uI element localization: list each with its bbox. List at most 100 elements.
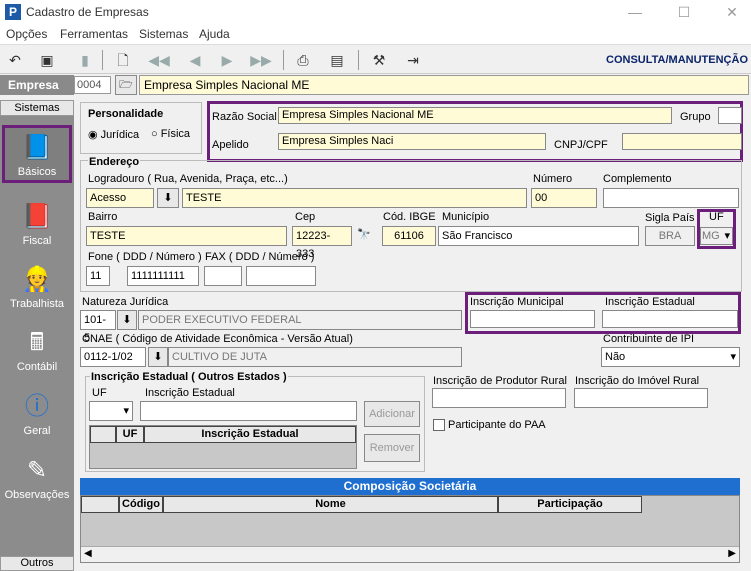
sidebar-header: Sistemas bbox=[0, 100, 74, 116]
paa-checkbox[interactable] bbox=[433, 419, 445, 431]
app-icon: P bbox=[5, 4, 21, 20]
scroll-right-icon[interactable]: ▶ bbox=[728, 548, 736, 559]
sidebar-item-trabalhista[interactable]: 👷 Trabalhista bbox=[0, 260, 74, 320]
municipio-field[interactable]: São Francisco bbox=[438, 226, 639, 246]
menu-ajuda[interactable]: Ajuda bbox=[199, 27, 230, 41]
uf-select[interactable]: MG ▾ bbox=[700, 227, 733, 245]
sidebar-item-basicos[interactable]: 📘 Básicos bbox=[2, 125, 72, 183]
minimize-icon[interactable]: — bbox=[625, 2, 645, 22]
cnpj-field[interactable] bbox=[622, 133, 742, 150]
personalidade-title: Personalidade bbox=[88, 108, 164, 120]
outros-ie-field[interactable] bbox=[140, 401, 357, 421]
exit-icon[interactable]: ⇥ bbox=[402, 49, 424, 71]
documents-icon: 📘 bbox=[22, 134, 52, 161]
close-icon[interactable]: ✕ bbox=[722, 2, 742, 22]
natureza-lookup-button[interactable]: ⬇ bbox=[117, 310, 137, 330]
remover-button[interactable]: Remover bbox=[364, 434, 420, 462]
col-codigo: Código bbox=[119, 496, 163, 513]
empresa-name-field[interactable]: Empresa Simples Nacional ME bbox=[139, 75, 749, 95]
grupo-field[interactable] bbox=[718, 107, 742, 124]
outros-grid[interactable]: UF Inscrição Estadual bbox=[89, 425, 357, 469]
adicionar-button[interactable]: Adicionar bbox=[364, 401, 420, 427]
ipi-label: Contribuinte de IPI bbox=[603, 333, 695, 345]
apelido-label: Apelido bbox=[212, 139, 249, 151]
numero-field[interactable]: 00 bbox=[531, 188, 597, 208]
cep-field[interactable]: 12223-333 bbox=[292, 226, 352, 260]
radio-juridica[interactable]: ◉ Jurídica bbox=[88, 128, 139, 141]
fone-numero-field[interactable]: 1111111111 bbox=[127, 266, 199, 286]
menu-sistemas[interactable]: Sistemas bbox=[139, 27, 188, 41]
empresa-code-field[interactable]: 0004 bbox=[74, 76, 111, 94]
ipi-select[interactable]: Não ▾ bbox=[601, 347, 740, 367]
col-uf: UF bbox=[116, 426, 144, 443]
insc-municipal-field[interactable] bbox=[470, 310, 595, 328]
delete-icon[interactable]: ▮ bbox=[74, 49, 96, 71]
open-folder-button[interactable]: 🗁 bbox=[115, 75, 137, 95]
complemento-label: Complemento bbox=[603, 173, 672, 185]
cnae-lookup-button[interactable]: ⬇ bbox=[148, 347, 168, 367]
natureza-label: Natureza Jurídica bbox=[82, 296, 169, 308]
sigla-pais-label: Sigla País bbox=[645, 212, 695, 224]
sidebar-item-geral[interactable]: ⓘ Geral bbox=[0, 387, 74, 447]
search-doc-icon[interactable]: 🗋 bbox=[112, 49, 134, 71]
cnae-code-field[interactable]: 0112-1/02 bbox=[80, 347, 146, 367]
horizontal-scrollbar[interactable]: ◀ ▶ bbox=[81, 546, 739, 562]
radio-fisica[interactable]: ○ Física bbox=[151, 128, 190, 140]
report-icon[interactable]: ▤ bbox=[326, 49, 348, 71]
fax-numero-field[interactable] bbox=[246, 266, 316, 286]
save-icon[interactable]: ▣ bbox=[36, 49, 58, 71]
sidebar-item-contabil[interactable]: 🖩 Contábil bbox=[0, 323, 74, 383]
maximize-icon[interactable]: ☐ bbox=[674, 2, 694, 22]
sigla-pais-field[interactable]: BRA bbox=[645, 226, 695, 246]
apelido-field[interactable]: Empresa Simples Naci bbox=[278, 133, 546, 150]
paa-label: Participante do PAA bbox=[448, 419, 546, 431]
fax-label: FAX ( DDD / Número ) bbox=[205, 251, 315, 263]
fone-ddd-field[interactable]: 11 bbox=[86, 266, 110, 286]
natureza-desc-field[interactable]: PODER EXECUTIVO FEDERAL bbox=[138, 310, 462, 330]
insc-estadual-field[interactable] bbox=[602, 310, 738, 328]
tools-icon[interactable]: ⚒ bbox=[368, 49, 390, 71]
chevron-down-icon: ▾ bbox=[724, 230, 730, 242]
sidebar-footer-outros[interactable]: Outros bbox=[0, 556, 74, 571]
logradouro-field[interactable]: TESTE bbox=[182, 188, 527, 208]
separator bbox=[283, 50, 284, 70]
grupo-label: Grupo bbox=[680, 111, 711, 123]
chevron-down-icon: ▾ bbox=[730, 351, 736, 363]
natureza-code-field[interactable]: 101-5 bbox=[80, 310, 116, 344]
col-participacao: Participação bbox=[498, 496, 642, 513]
first-icon[interactable]: ◀◀ bbox=[148, 49, 170, 71]
toolbar: ↶ ▣ ▮ 🗋 ◀◀ ◀ ▶ ▶▶ ⎙ ▤ ⚒ ⇥ CONSULTA/MANUT… bbox=[0, 44, 751, 74]
tipo-logradouro-field[interactable]: Acesso bbox=[86, 188, 154, 208]
cnae-desc-field[interactable]: CULTIVO DE JUTA bbox=[168, 347, 462, 367]
fax-ddd-field[interactable] bbox=[204, 266, 242, 286]
col-inscricao-estadual: Inscrição Estadual bbox=[144, 426, 356, 443]
title-bar: P Cadastro de Empresas — ☐ ✕ bbox=[0, 0, 751, 24]
print-icon[interactable]: ⎙ bbox=[292, 49, 314, 71]
sidebar: Sistemas 📘 Básicos 📕 Fiscal 👷 Trabalhista 🖩… bbox=[0, 100, 74, 571]
uf-label: UF bbox=[709, 211, 724, 223]
menu-opcoes[interactable]: Opções bbox=[6, 27, 47, 41]
sidebar-item-observacoes[interactable]: ✎ Observações bbox=[0, 451, 74, 511]
last-icon[interactable]: ▶▶ bbox=[250, 49, 272, 71]
scroll-left-icon[interactable]: ◀ bbox=[84, 548, 92, 559]
socios-grid[interactable]: Código Nome Participação ◀ ▶ bbox=[80, 495, 740, 563]
produtor-rural-field[interactable] bbox=[432, 388, 566, 408]
endereco-title: Endereço bbox=[88, 156, 141, 168]
undo-icon[interactable]: ↶ bbox=[4, 49, 26, 71]
menu-ferramentas[interactable]: Ferramentas bbox=[60, 27, 128, 41]
outros-uf-select[interactable]: ▾ bbox=[89, 401, 133, 421]
ibge-field[interactable]: 61106 bbox=[382, 226, 436, 246]
bairro-field[interactable]: TESTE bbox=[86, 226, 287, 246]
tipo-lookup-button[interactable]: ⬇ bbox=[157, 188, 179, 208]
prev-icon[interactable]: ◀ bbox=[184, 49, 206, 71]
pen-icon: ✎ bbox=[26, 457, 48, 484]
complemento-field[interactable] bbox=[603, 188, 739, 208]
grid-corner bbox=[81, 496, 119, 513]
razao-field[interactable]: Empresa Simples Nacional ME bbox=[278, 107, 672, 124]
binoculars-icon: 🔭 bbox=[357, 229, 371, 241]
info-icon: ⓘ bbox=[25, 393, 49, 420]
imovel-rural-field[interactable] bbox=[574, 388, 708, 408]
next-icon[interactable]: ▶ bbox=[216, 49, 238, 71]
sidebar-item-fiscal[interactable]: 📕 Fiscal bbox=[0, 197, 74, 257]
cep-search-button[interactable]: 🔭 bbox=[353, 226, 375, 246]
